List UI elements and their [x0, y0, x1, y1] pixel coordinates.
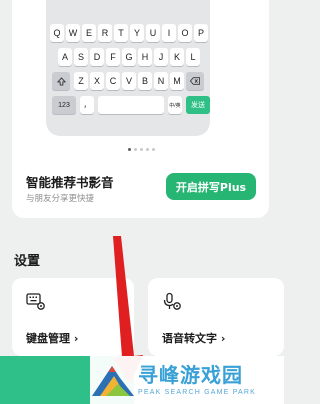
promo-subtitle: 与朋友分享更快捷	[26, 194, 95, 204]
key-i: I	[162, 24, 176, 42]
key-l: L	[186, 48, 200, 66]
keyboard-row-3: ZXCVBNM	[46, 72, 210, 90]
watermark-subtitle: PEAK SEARCH GAME PARK	[138, 389, 257, 396]
key-c: C	[106, 72, 120, 90]
carousel-dot	[146, 148, 149, 151]
key-q: Q	[50, 24, 64, 42]
key-m: M	[170, 72, 184, 90]
key-x: X	[90, 72, 104, 90]
key-h: H	[138, 48, 152, 66]
promo-title: 智能推荐书影音	[26, 175, 114, 190]
carousel-dot	[152, 148, 155, 151]
keyboard-management-tile[interactable]: 键盘管理 ›	[12, 278, 134, 356]
key-b: B	[138, 72, 152, 90]
key-k: K	[170, 48, 184, 66]
keyboard-row-2: ASDFGHJKL	[46, 48, 210, 66]
keyboard-gear-icon	[26, 292, 46, 312]
backspace-key	[186, 72, 204, 90]
key-a: A	[58, 48, 72, 66]
send-key: 发送	[186, 96, 210, 114]
key-u: U	[146, 24, 160, 42]
key-d: D	[90, 48, 104, 66]
voice-to-text-label: 语音转文字 ›	[162, 332, 226, 345]
shift-key	[52, 72, 70, 90]
carousel-dot	[128, 148, 131, 151]
key-f: F	[106, 48, 120, 66]
shift-icon	[56, 76, 66, 86]
peak-logo-icon	[92, 366, 134, 396]
comma-key: ，	[80, 96, 94, 114]
space-key	[98, 96, 164, 114]
key-y: Y	[130, 24, 144, 42]
settings-section-title: 设置	[14, 254, 41, 269]
key-r: R	[98, 24, 112, 42]
key-z: Z	[74, 72, 88, 90]
microphone-gear-icon	[162, 292, 182, 312]
key-t: T	[114, 24, 128, 42]
carousel-dot	[140, 148, 143, 151]
key-e: E	[82, 24, 96, 42]
keyboard-row-4: 123 ， 中/英 发送	[46, 96, 210, 114]
key-j: J	[154, 48, 168, 66]
keyboard-preview: QWERTYUIOP ASDFGHJKL ZXCVBNM 123 ， 中/英 发…	[46, 0, 210, 136]
keyboard-management-label: 键盘管理 ›	[26, 332, 79, 345]
key-n: N	[154, 72, 168, 90]
num-key: 123	[52, 96, 76, 114]
key-p: P	[194, 24, 208, 42]
enable-spelling-plus-button[interactable]: 开启拼写Plus	[166, 173, 256, 200]
keyboard-row-1: QWERTYUIOP	[46, 24, 210, 42]
voice-to-text-tile[interactable]: 语音转文字 ›	[148, 278, 284, 356]
carousel-dot	[134, 148, 137, 151]
key-g: G	[122, 48, 136, 66]
backspace-icon	[190, 77, 200, 85]
key-w: W	[66, 24, 80, 42]
carousel-dots	[128, 148, 168, 152]
lang-key: 中/英	[168, 96, 182, 114]
watermark: 寻峰游戏园 PEAK SEARCH GAME PARK	[90, 356, 284, 404]
key-v: V	[122, 72, 136, 90]
watermark-title: 寻峰游戏园	[138, 363, 243, 387]
key-o: O	[178, 24, 192, 42]
key-s: S	[74, 48, 88, 66]
